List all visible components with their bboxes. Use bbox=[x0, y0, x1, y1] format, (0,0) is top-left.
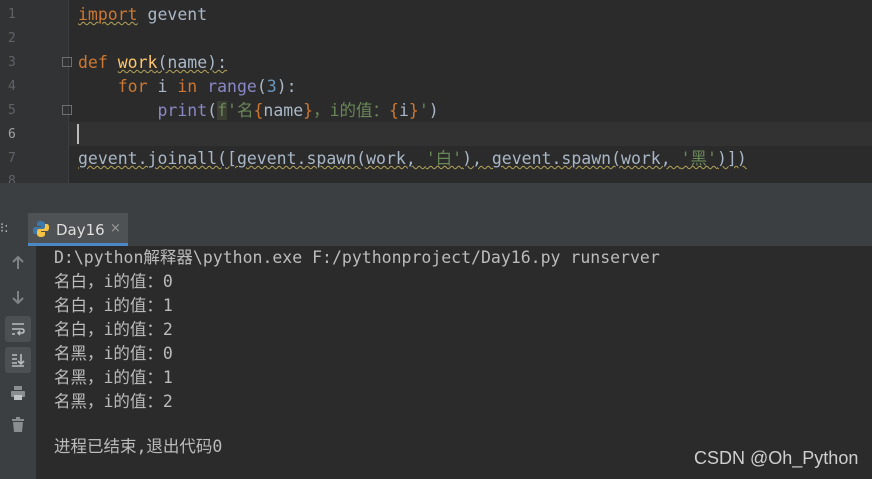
print-icon[interactable] bbox=[5, 380, 31, 406]
console-toolbar bbox=[0, 246, 36, 479]
close-icon[interactable]: × bbox=[110, 221, 121, 236]
run-label: ⁝: bbox=[0, 221, 9, 236]
fold-marker-icon[interactable] bbox=[62, 57, 72, 67]
line-number: 3 bbox=[8, 55, 16, 70]
console-line: 名白，i的值：2 bbox=[54, 320, 173, 339]
line-number: 2 bbox=[8, 31, 16, 46]
code-line-7[interactable]: gevent.joinall([gevent.spawn(work, '白'),… bbox=[78, 147, 747, 171]
console-line: 名黑，i的值：2 bbox=[54, 392, 173, 411]
run-tool-window-header: ⁝: Day16 × bbox=[0, 213, 872, 247]
run-console[interactable]: D:\python解释器\python.exe F:/pythonproject… bbox=[0, 246, 872, 479]
text-caret bbox=[77, 124, 79, 144]
fold-marker-icon[interactable] bbox=[62, 105, 72, 115]
code-line-4[interactable]: for i in range(3): bbox=[78, 75, 297, 99]
line-number: 8 bbox=[8, 174, 16, 183]
console-line: 名黑，i的值：1 bbox=[54, 368, 173, 387]
line-number: 1 bbox=[8, 7, 16, 22]
console-line: D:\python解释器\python.exe F:/pythonproject… bbox=[54, 248, 660, 267]
console-line: 名白，i的值：1 bbox=[54, 296, 173, 315]
code-editor[interactable]: 1 2 3 4 5 6 7 8 import gevent def work(n… bbox=[0, 0, 872, 183]
arrow-up-icon[interactable] bbox=[5, 250, 31, 276]
line-number: 7 bbox=[8, 151, 16, 166]
tab-label: Day16 bbox=[56, 221, 105, 239]
line-number: 5 bbox=[8, 103, 16, 118]
python-icon bbox=[33, 221, 49, 237]
soft-wrap-icon[interactable] bbox=[5, 316, 31, 342]
panel-splitter[interactable] bbox=[0, 183, 872, 213]
console-line: 进程已结束,退出代码0 bbox=[54, 437, 223, 456]
line-gutter: 1 2 3 4 5 6 7 8 bbox=[0, 0, 69, 183]
console-line: 名白，i的值：0 bbox=[54, 272, 173, 291]
current-line-highlight bbox=[69, 122, 872, 146]
line-number: 4 bbox=[8, 79, 16, 94]
code-line-5[interactable]: print(f'名{name}，i的值：{i}') bbox=[78, 99, 439, 123]
arrow-down-icon[interactable] bbox=[5, 284, 31, 310]
console-line: 名黑，i的值：0 bbox=[54, 344, 173, 363]
tab-day16[interactable]: Day16 × bbox=[28, 213, 128, 246]
code-line-3[interactable]: def work(name): bbox=[78, 51, 227, 75]
scroll-to-end-icon[interactable] bbox=[5, 347, 31, 373]
trash-icon[interactable] bbox=[5, 412, 31, 438]
watermark: CSDN @Oh_Python bbox=[694, 448, 859, 468]
code-line-1[interactable]: import gevent bbox=[78, 3, 207, 27]
line-number: 6 bbox=[8, 127, 16, 142]
